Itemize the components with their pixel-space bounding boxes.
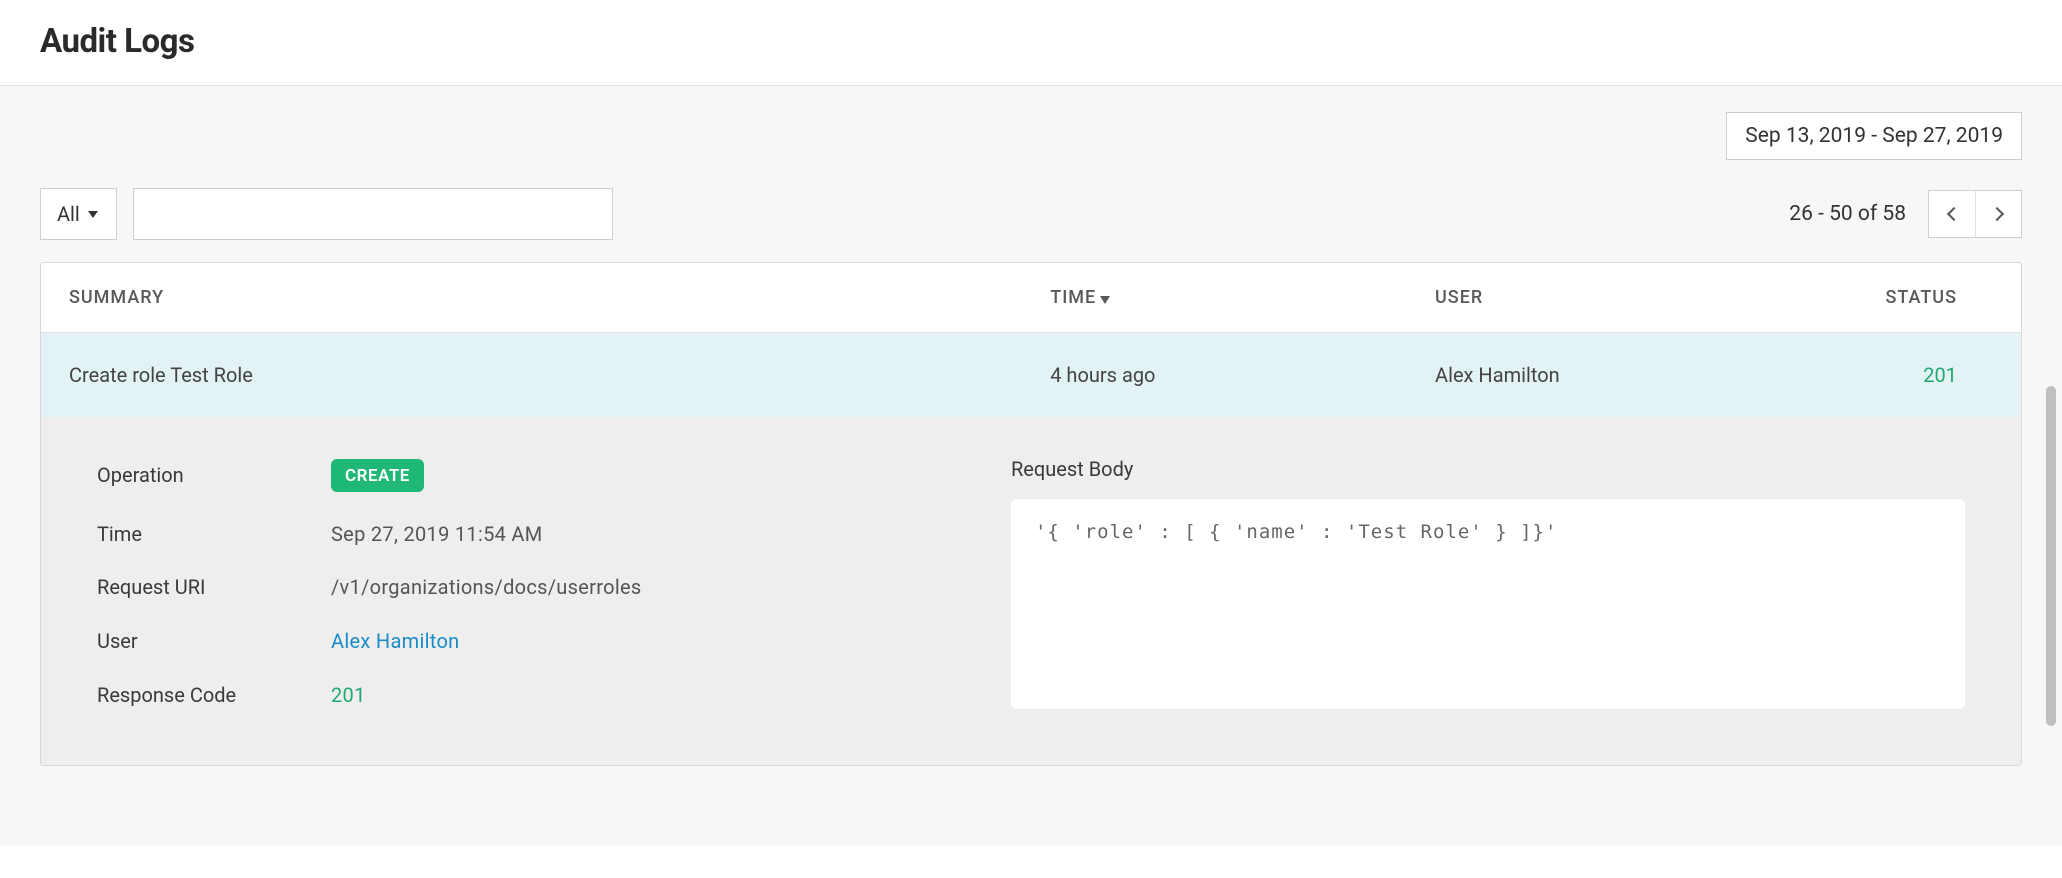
scrollbar-thumb[interactable] [2046,386,2056,726]
date-range-picker[interactable]: Sep 13, 2019 - Sep 27, 2019 [1726,112,2022,160]
chevron-right-icon [1989,207,2003,221]
pager [1928,190,2022,238]
col-header-summary[interactable]: SUMMARY [69,287,1050,308]
request-body-box: '{ 'role' : [ { 'name' : 'Test Role' } ]… [1011,499,1965,709]
detail-uri-value: /v1/organizations/docs/userroles [331,575,975,599]
filter-controls: All [40,188,613,240]
request-body-label: Request Body [1011,457,1965,481]
prev-page-button[interactable] [1929,191,1975,237]
filter-label: All [57,202,80,226]
table-header: SUMMARY TIME USER STATUS [41,263,2021,333]
detail-time-label: Time [97,522,307,546]
row-summary: Create role Test Role [69,363,1050,387]
row-time: 4 hours ago [1050,363,1435,387]
audit-log-table: SUMMARY TIME USER STATUS Create role Tes… [40,262,2022,766]
detail-user-link[interactable]: Alex Hamilton [331,629,975,653]
detail-time-value: Sep 27, 2019 11:54 AM [331,522,975,546]
detail-uri-label: Request URI [97,575,307,599]
sort-desc-icon [1100,296,1110,304]
col-header-user[interactable]: USER [1435,287,1820,308]
detail-code-value: 201 [331,683,975,707]
status-value: 201 [1923,363,1957,387]
operation-badge: CREATE [331,459,424,492]
col-header-time-label: TIME [1050,287,1096,308]
detail-body: Request Body '{ 'role' : [ { 'name' : 'T… [1011,457,1965,709]
col-header-user-label: USER [1435,287,1483,308]
date-range-label: Sep 13, 2019 - Sep 27, 2019 [1745,124,2003,148]
page-header: Audit Logs [0,0,2062,86]
filter-dropdown[interactable]: All [40,188,117,240]
row-status: 201 [1820,363,1993,387]
pagination-text: 26 - 50 of 58 [1789,202,1906,226]
table-row[interactable]: Create role Test Role 4 hours ago Alex H… [41,333,2021,417]
next-page-button[interactable] [1975,191,2021,237]
row-user: Alex Hamilton [1435,363,1820,387]
toolbar-top: Sep 13, 2019 - Sep 27, 2019 [40,112,2022,160]
content-area: Sep 13, 2019 - Sep 27, 2019 All 26 - 50 … [0,86,2062,846]
pagination-controls: 26 - 50 of 58 [1789,190,2022,238]
toolbar-mid: All 26 - 50 of 58 [40,188,2022,240]
detail-code-label: Response Code [97,683,307,707]
detail-fields: Operation CREATE Time Sep 27, 2019 11:54… [97,457,975,709]
search-input[interactable] [133,188,613,240]
col-header-summary-label: SUMMARY [69,287,164,308]
col-header-time[interactable]: TIME [1050,287,1435,308]
page-title: Audit Logs [40,22,2022,61]
caret-down-icon [88,211,98,218]
detail-operation-value: CREATE [331,459,975,492]
col-header-status[interactable]: STATUS [1820,287,1993,308]
col-header-status-label: STATUS [1885,287,1957,308]
detail-operation-label: Operation [97,463,307,487]
detail-user-label: User [97,629,307,653]
row-detail-panel: Operation CREATE Time Sep 27, 2019 11:54… [41,417,2021,765]
chevron-left-icon [1947,207,1961,221]
